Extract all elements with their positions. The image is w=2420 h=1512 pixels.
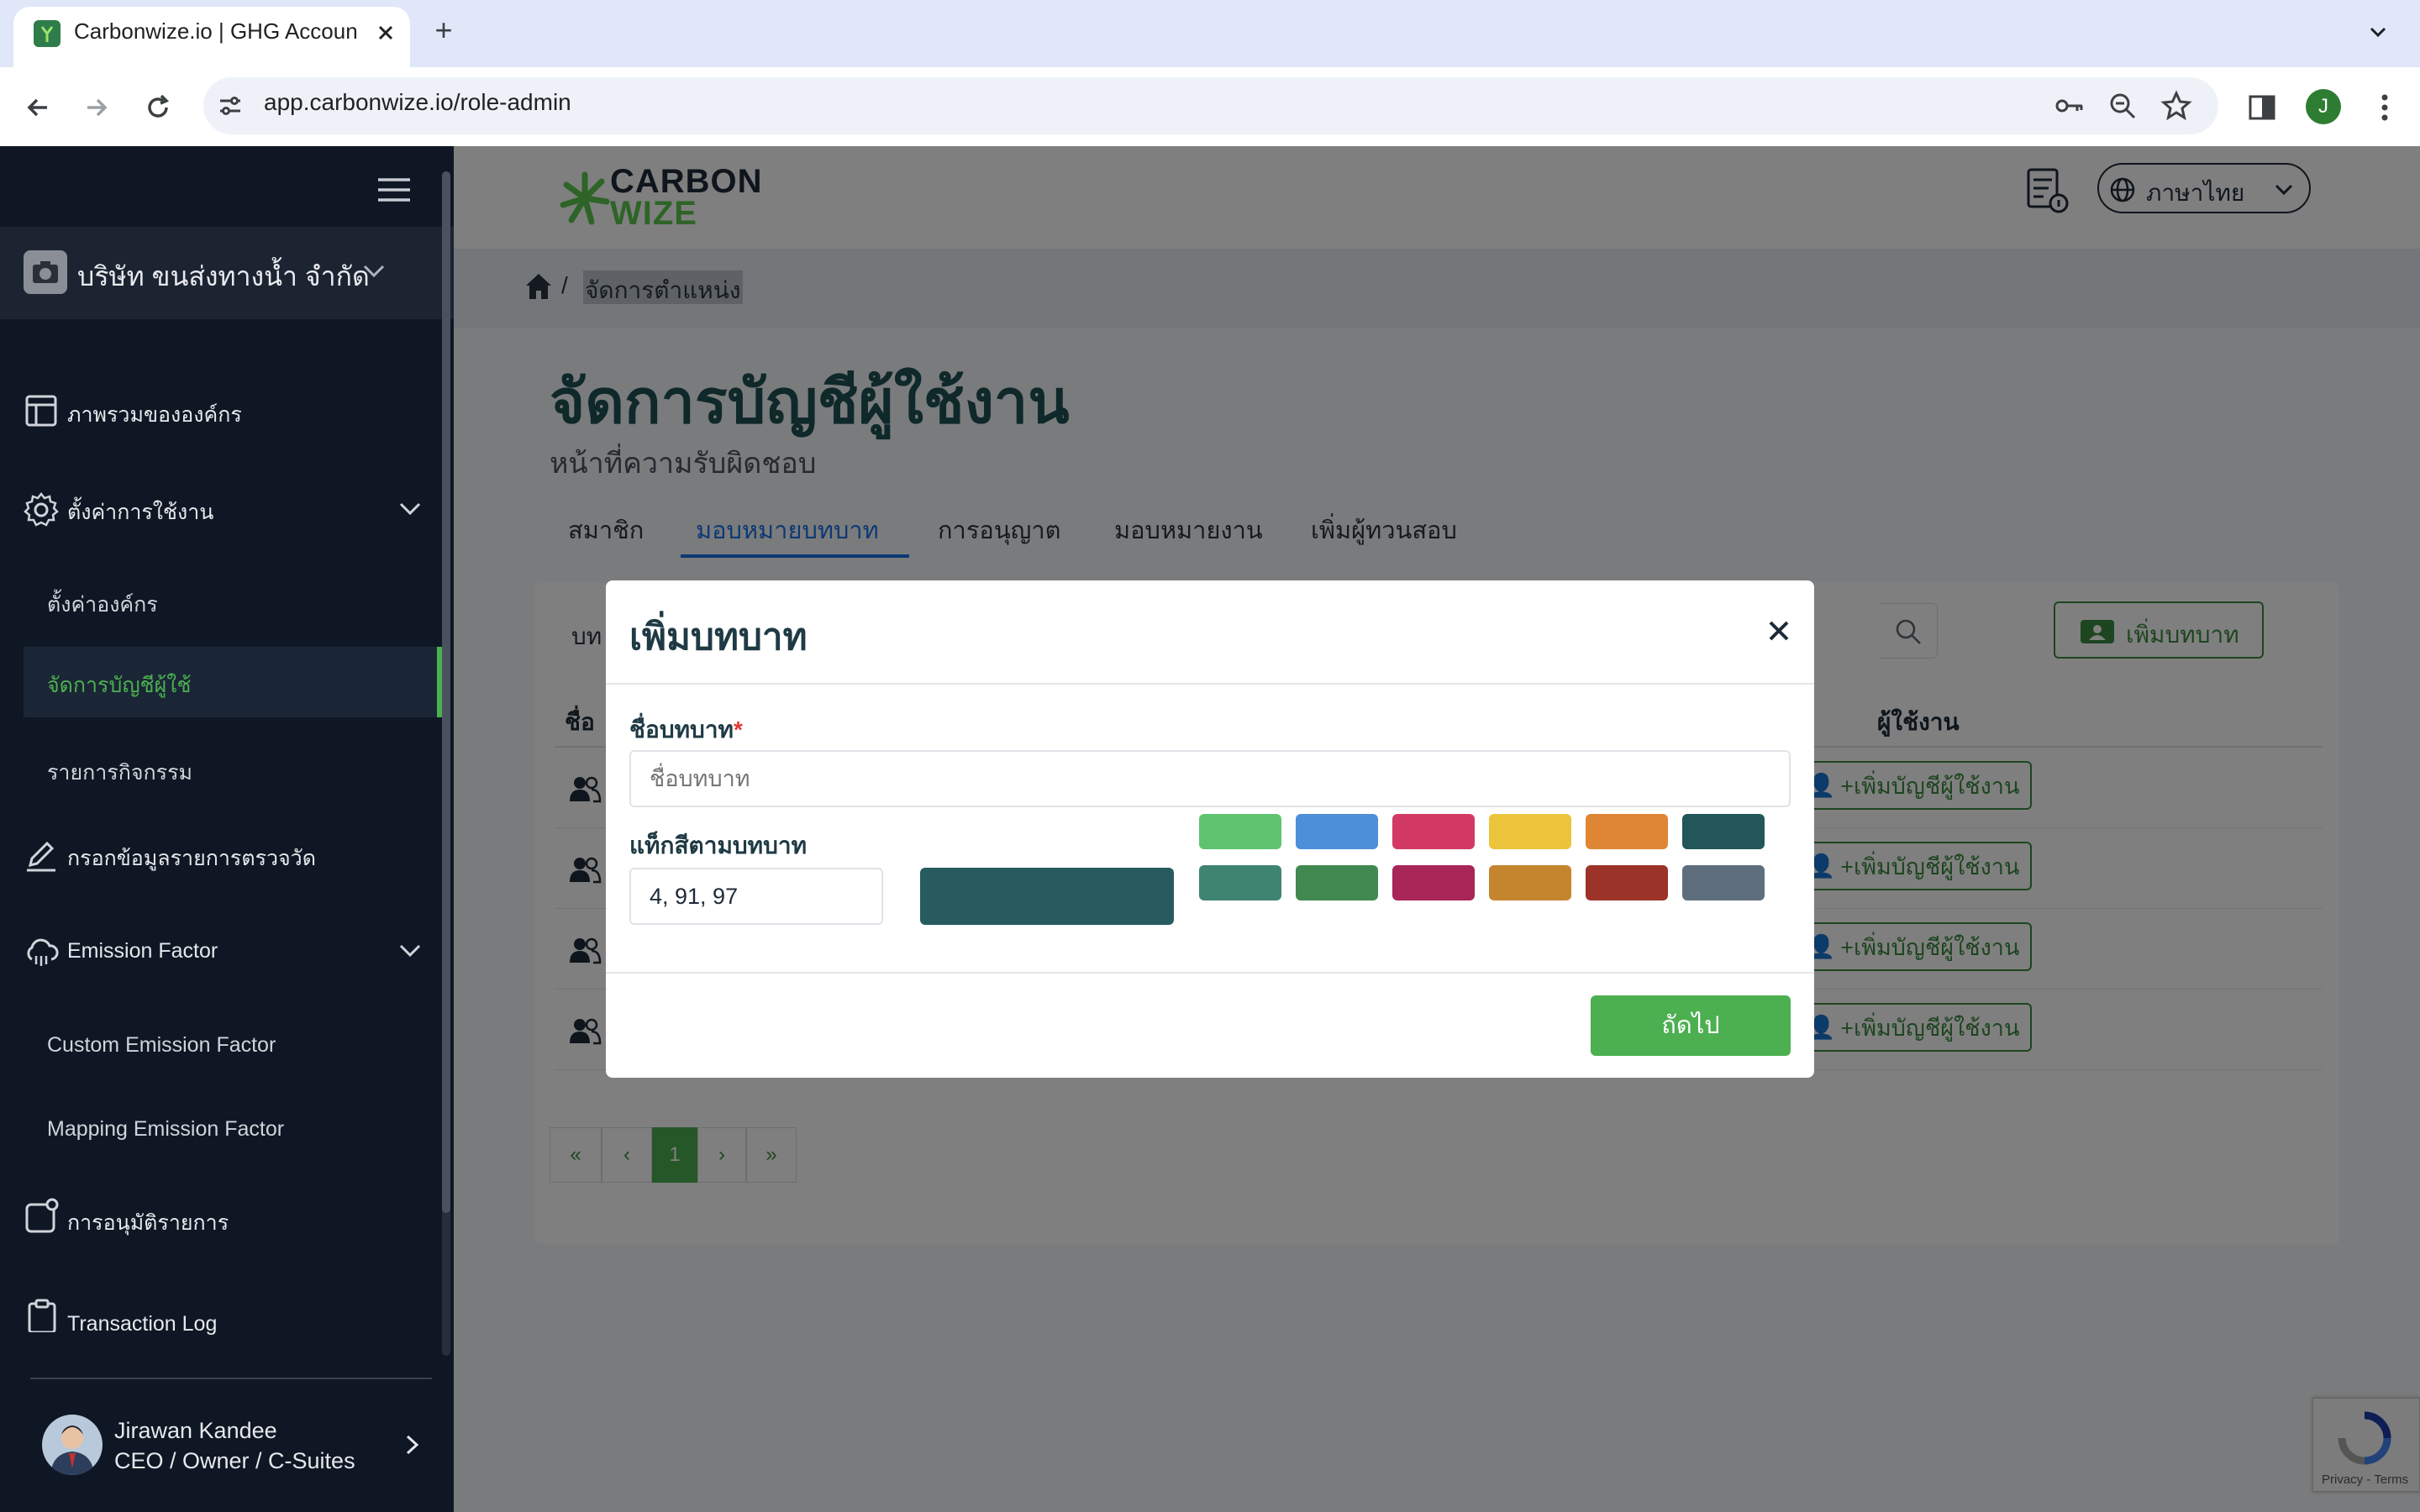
sidebar-item-label: จัดการบัญชีผู้ใช้: [47, 674, 192, 697]
color-chip[interactable]: [1296, 865, 1378, 900]
divider: [606, 972, 1814, 974]
profile-avatar[interactable]: J: [2306, 89, 2341, 124]
sidebar-item-transaction-log[interactable]: Transaction Log: [0, 1299, 454, 1336]
hamburger-menu-icon[interactable]: [375, 173, 413, 207]
role-name-input[interactable]: [629, 750, 1791, 807]
sidebar: บริษัท ขนส่งทางน้ำ จำกัด ภาพรวมขององค์กร…: [0, 146, 454, 1512]
camera-icon: [24, 250, 67, 294]
back-icon[interactable]: [20, 89, 57, 126]
sidebar-item-emission-factor[interactable]: Emission Factor: [67, 939, 218, 969]
tab-search-icon[interactable]: [2361, 15, 2395, 49]
avatar: [42, 1415, 103, 1475]
color-chip[interactable]: [1392, 865, 1475, 900]
sidebar-item-approvals[interactable]: การอนุมัติรายการ: [67, 1206, 229, 1236]
color-chip[interactable]: [1392, 814, 1475, 849]
modal-title: เพิ่มบทบาท: [629, 617, 808, 658]
cloud-icon: [24, 934, 59, 969]
color-chip[interactable]: [1586, 814, 1668, 849]
user-role: CEO / Owner / C-Suites: [114, 1448, 355, 1473]
color-chip[interactable]: [1489, 814, 1571, 849]
scrollbar-thumb[interactable]: [442, 171, 450, 1213]
sidebar-item-mapping-ef[interactable]: Mapping Emission Factor: [47, 1117, 284, 1147]
chevron-down-icon: [358, 255, 390, 287]
site-info-icon[interactable]: [215, 91, 245, 121]
gear-icon: [22, 491, 60, 529]
dashboard-icon: [24, 393, 59, 428]
new-tab-button[interactable]: +: [427, 13, 460, 47]
password-key-icon[interactable]: [2052, 89, 2086, 123]
favicon-icon: [34, 20, 60, 47]
tab-title: Carbonwize.io | GHG Accoun: [74, 18, 358, 44]
close-icon[interactable]: [1764, 616, 1794, 646]
role-name-label-text: ชื่อบทบาท: [629, 717, 734, 743]
approval-icon: [24, 1198, 60, 1235]
address-bar[interactable]: app.carbonwize.io/role-admin: [203, 77, 2218, 134]
sidebar-item-activities[interactable]: รายการกิจกรรม: [47, 756, 192, 786]
forward-icon[interactable]: [77, 89, 114, 126]
clipboard-icon: [25, 1299, 59, 1332]
sidebar-item-label: Transaction Log: [67, 1312, 218, 1336]
role-name-label: ชื่อบทบาท*: [629, 711, 743, 745]
pencil-icon: [24, 837, 59, 872]
browser-tab[interactable]: Carbonwize.io | GHG Accoun: [13, 7, 410, 67]
chevron-down-icon[interactable]: [395, 936, 425, 966]
color-chip[interactable]: [1489, 865, 1571, 900]
side-panel-icon[interactable]: [2244, 89, 2281, 126]
add-role-modal: เพิ่มบทบาท ชื่อบทบาท* แท็กสีตามบทบาท 4, …: [606, 580, 1814, 1078]
color-chip[interactable]: [1296, 814, 1378, 849]
user-profile[interactable]: Jirawan Kandee CEO / Owner / C-Suites: [0, 1398, 454, 1512]
chevron-down-icon[interactable]: [395, 494, 425, 524]
color-tag-label: แท็กสีตามบทบาท: [629, 832, 808, 858]
color-chip[interactable]: [1682, 865, 1765, 900]
divider: [30, 1378, 432, 1379]
company-name: บริษัท ขนส่งทางน้ำ จำกัด: [77, 261, 370, 291]
color-preview-swatch: [920, 868, 1174, 925]
color-value-input[interactable]: 4, 91, 97: [629, 868, 883, 925]
chevron-right-icon[interactable]: [397, 1430, 427, 1460]
sidebar-item-custom-ef[interactable]: Custom Emission Factor: [47, 1033, 276, 1063]
browser-menu-icon[interactable]: [2368, 89, 2402, 126]
tab-close-icon[interactable]: [371, 18, 400, 47]
url-text: app.carbonwize.io/role-admin: [264, 89, 571, 115]
bookmark-star-icon[interactable]: [2160, 89, 2193, 123]
color-chip[interactable]: [1199, 814, 1281, 849]
sidebar-item-settings[interactable]: ตั้งค่าการใช้งาน: [67, 496, 213, 526]
sidebar-item-org-settings[interactable]: ตั้งค่าองค์กร: [47, 588, 158, 618]
company-selector[interactable]: บริษัท ขนส่งทางน้ำ จำกัด: [0, 227, 454, 319]
color-chip[interactable]: [1586, 865, 1668, 900]
sidebar-item-overview[interactable]: ภาพรวมขององค์กร: [67, 398, 242, 428]
divider: [606, 683, 1814, 685]
required-mark: *: [734, 717, 743, 743]
user-name: Jirawan Kandee: [114, 1418, 277, 1443]
color-chip[interactable]: [1682, 814, 1765, 849]
sidebar-scrollbar[interactable]: [442, 171, 450, 1356]
color-chip[interactable]: [1199, 865, 1281, 900]
next-button[interactable]: ถัดไป: [1591, 995, 1791, 1056]
zoom-icon[interactable]: [2106, 89, 2139, 123]
sidebar-item-measurement-input[interactable]: กรอกข้อมูลรายการตรวจวัด: [67, 842, 316, 872]
sidebar-item-user-accounts[interactable]: จัดการบัญชีผู้ใช้: [24, 647, 444, 717]
reload-icon[interactable]: [139, 89, 176, 126]
